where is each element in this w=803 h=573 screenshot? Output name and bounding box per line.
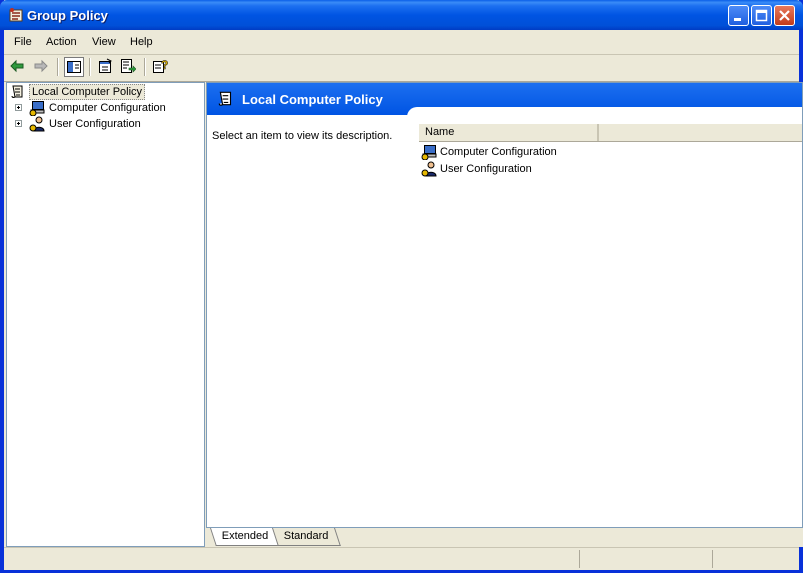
export-list-icon <box>121 59 136 73</box>
toolbar: ? <box>4 55 799 82</box>
view-tabs: Extended Standard <box>206 527 803 547</box>
banner-curve <box>407 107 802 117</box>
toolbar-separator <box>89 58 91 76</box>
maximize-button[interactable] <box>751 5 772 26</box>
details-title: Local Computer Policy <box>242 92 383 107</box>
tree-item-user-configuration[interactable]: User Configuration <box>7 116 197 132</box>
menu-action[interactable]: Action <box>46 36 77 48</box>
forward-arrow-icon <box>34 59 48 73</box>
status-cell <box>579 550 580 568</box>
window-title: Group Policy <box>27 8 108 23</box>
tree-item-label: Local Computer Policy <box>29 84 146 100</box>
show-hide-tree-icon <box>67 61 81 73</box>
tree-item-label: User Configuration <box>49 118 141 130</box>
back-button[interactable] <box>8 57 28 77</box>
menu-view[interactable]: View <box>92 36 116 48</box>
expand-icon[interactable] <box>15 120 22 127</box>
help-icon: ? <box>153 58 168 73</box>
scroll-policy-icon <box>218 91 232 106</box>
tree-item-computer-configuration[interactable]: Computer Configuration <box>7 100 197 116</box>
list-item-label: Computer Configuration <box>440 146 557 158</box>
tab-label: Standard <box>283 530 329 542</box>
menu-bar: File Action View Help <box>4 30 799 55</box>
expand-icon[interactable] <box>15 104 22 111</box>
tab-standard[interactable]: Standard <box>272 528 341 546</box>
properties-icon <box>99 58 112 73</box>
svg-text:?: ? <box>161 58 168 72</box>
item-description: Select an item to view its description. <box>212 130 393 142</box>
status-bar <box>4 547 799 570</box>
properties-button[interactable] <box>96 57 116 77</box>
title-bar[interactable]: Group Policy <box>0 0 803 30</box>
minimize-icon <box>734 18 741 21</box>
minimize-button[interactable] <box>728 5 749 26</box>
console-tree[interactable]: Local Computer Policy Computer Configura… <box>6 82 205 547</box>
close-button[interactable] <box>774 5 795 26</box>
scroll-policy-icon <box>11 85 23 98</box>
tree-item-label: Computer Configuration <box>49 102 166 114</box>
back-arrow-icon <box>10 59 24 73</box>
show-hide-tree-button[interactable] <box>64 57 84 77</box>
help-button[interactable]: ? <box>151 57 171 77</box>
maximize-icon <box>755 9 768 22</box>
tab-label: Extended <box>221 530 269 542</box>
computer-config-icon <box>29 101 45 116</box>
close-icon <box>779 10 790 21</box>
computer-config-icon <box>421 145 437 160</box>
group-policy-window: Group Policy File Action View Help ? Loc… <box>0 0 803 573</box>
list-header: Name <box>419 124 802 142</box>
tab-extended[interactable]: Extended <box>210 528 281 546</box>
list-item-label: User Configuration <box>440 163 532 175</box>
column-header-name[interactable]: Name <box>419 124 599 141</box>
user-config-icon <box>29 116 45 132</box>
group-policy-icon <box>9 8 23 22</box>
toolbar-separator <box>57 58 59 76</box>
user-config-icon <box>421 161 437 177</box>
details-pane: Local Computer Policy Select an item to … <box>206 82 803 529</box>
menu-help[interactable]: Help <box>130 36 153 48</box>
menu-file[interactable]: File <box>14 36 32 48</box>
forward-button[interactable] <box>32 57 52 77</box>
status-cell <box>712 550 713 568</box>
export-list-button[interactable] <box>119 57 139 77</box>
toolbar-separator <box>144 58 146 76</box>
